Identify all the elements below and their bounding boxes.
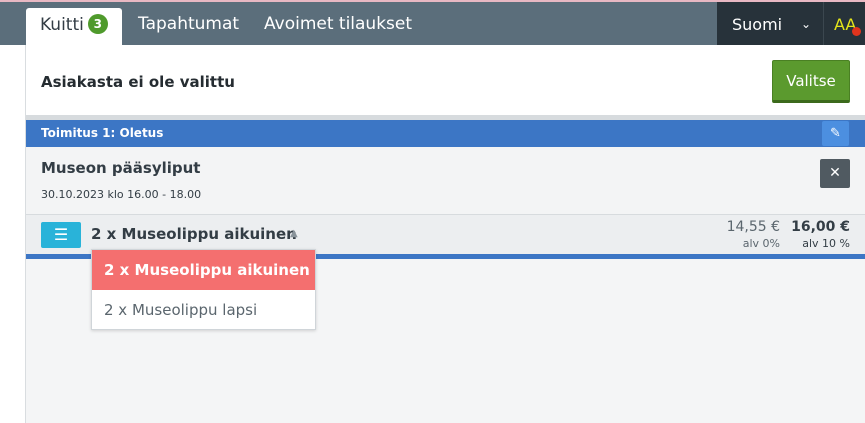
choose-customer-button[interactable]: Valitse (772, 60, 850, 103)
line-item-row: ☰ 2 x Museolippu aikuinen ▲ 14,55 € alv … (26, 214, 865, 254)
customer-section: Asiakasta ei ole valittu Valitse (26, 45, 865, 115)
tab-receipt[interactable]: Kuitti 3 (26, 8, 122, 45)
ticket-type-dropdown: 2 x Museolippu aikuinen 2 x Museolippu l… (91, 249, 316, 330)
line-item-label[interactable]: 2 x Museolippu aikuinen (91, 225, 297, 243)
net-vat-label: alv 0% (742, 237, 780, 250)
delivery-label: Toimitus 1: Oletus (41, 126, 164, 140)
receipt-count-badge: 3 (87, 14, 108, 34)
event-time: 30.10.2023 klo 16.00 - 18.00 (41, 188, 202, 201)
event-title: Museon pääsyliput (41, 159, 201, 177)
customer-status: Asiakasta ei ole valittu (41, 73, 235, 91)
notification-dot-icon (852, 27, 861, 36)
language-selector[interactable]: Suomi ⌄ (717, 2, 823, 45)
user-avatar[interactable]: AA (823, 2, 865, 45)
tab-events-label: Tapahtumat (138, 14, 240, 34)
gross-price: 16,00 € (791, 219, 850, 235)
top-navigation-bar: Kuitti 3 Tapahtumat Avoimet tilaukset Suo… (0, 2, 865, 45)
delivery-header: Toimitus 1: Oletus ✎ (26, 120, 865, 147)
tab-open-orders[interactable]: Avoimet tilaukset (250, 2, 426, 45)
line-item-menu-button[interactable]: ☰ (41, 222, 81, 248)
close-icon: ✕ (829, 165, 841, 181)
caret-up-icon[interactable]: ▲ (290, 228, 298, 239)
chevron-down-icon: ⌄ (801, 17, 812, 31)
tab-events[interactable]: Tapahtumat (124, 2, 253, 45)
hamburger-icon: ☰ (53, 225, 69, 244)
net-price: 14,55 € (726, 219, 780, 235)
remove-event-button[interactable]: ✕ (820, 159, 850, 188)
dropdown-option-child[interactable]: 2 x Museolippu lapsi (92, 290, 315, 330)
dropdown-option-adult[interactable]: 2 x Museolippu aikuinen (92, 250, 315, 290)
tab-open-orders-label: Avoimet tilaukset (264, 14, 413, 34)
edit-delivery-button[interactable]: ✎ (822, 121, 849, 146)
tab-receipt-label: Kuitti (40, 15, 84, 35)
event-section: Museon pääsyliput 30.10.2023 klo 16.00 -… (26, 147, 865, 214)
language-label: Suomi (732, 15, 783, 34)
pencil-icon: ✎ (830, 126, 841, 141)
gross-vat-label: alv 10 % (802, 237, 850, 250)
